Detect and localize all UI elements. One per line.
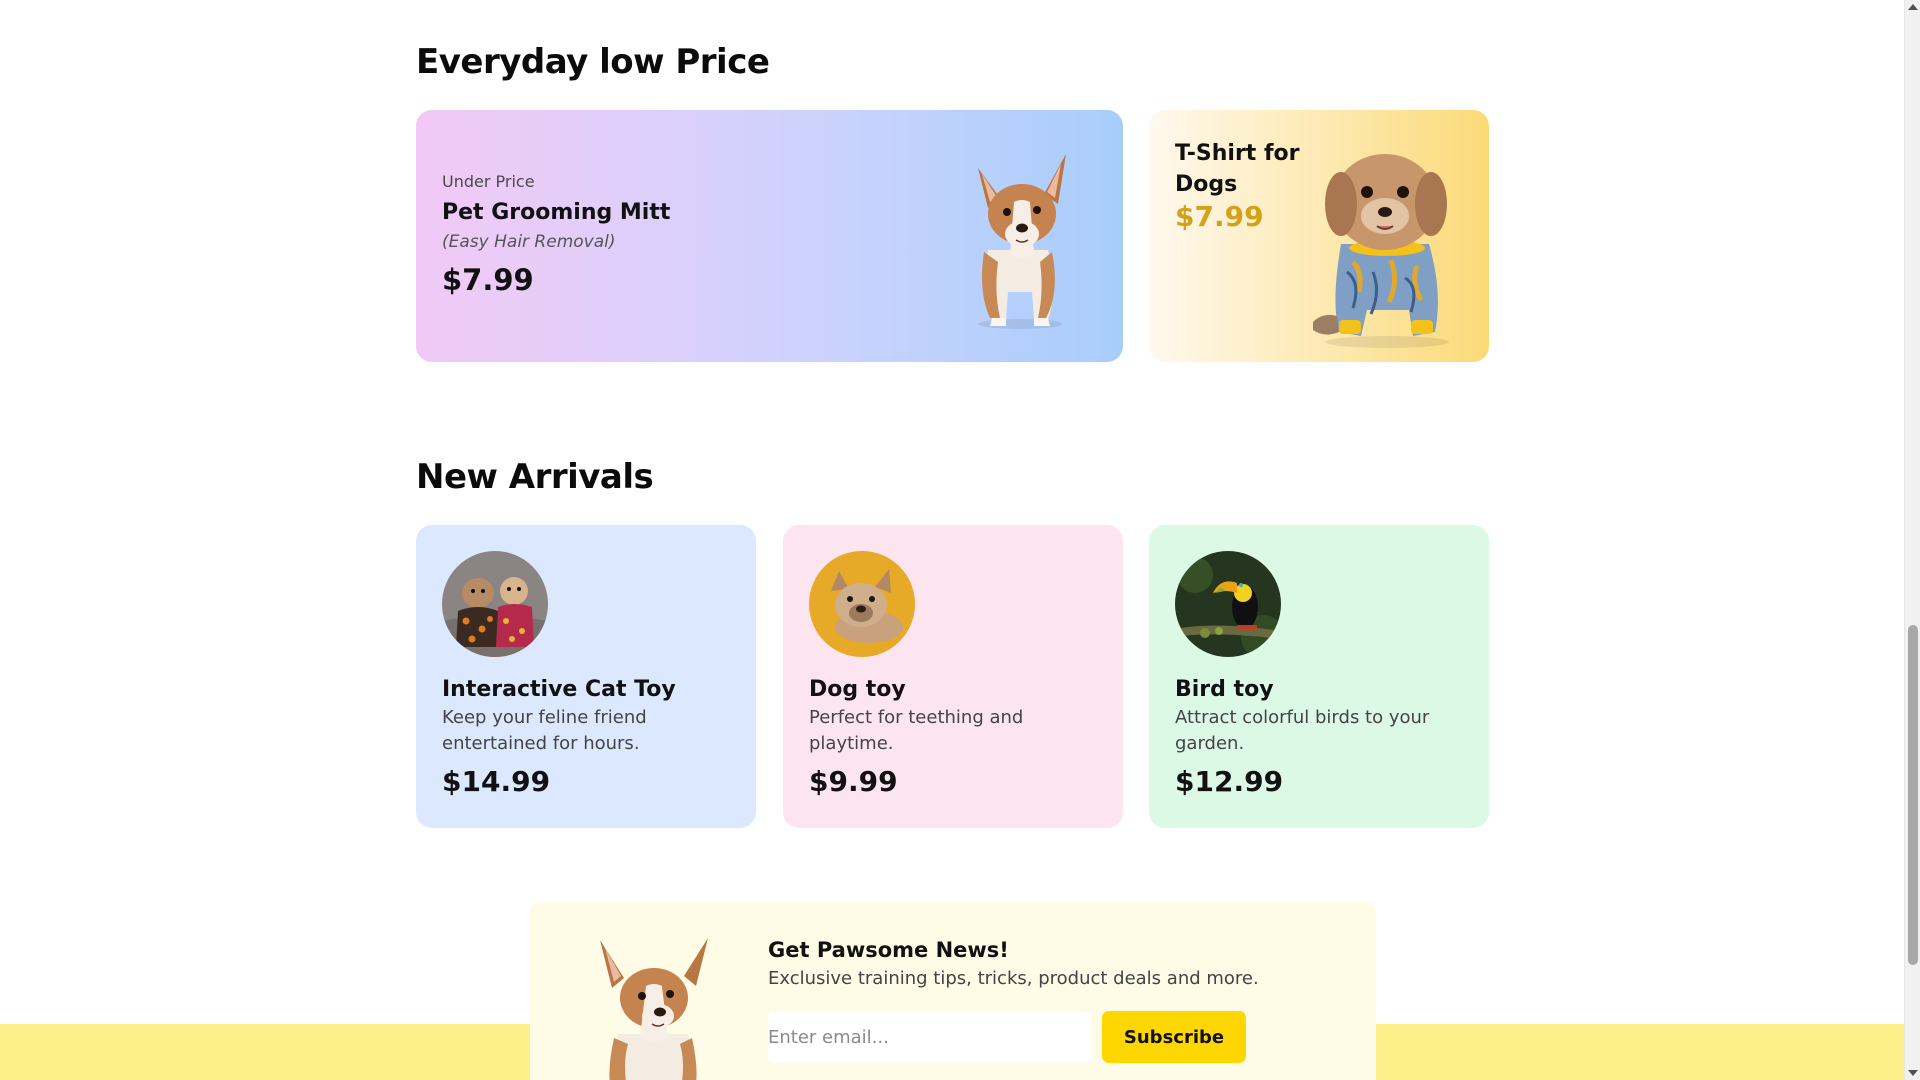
newsletter-title: Get Pawsome News! xyxy=(768,938,1009,962)
dog-in-shirt-icon xyxy=(1301,132,1469,352)
toucan-icon xyxy=(1175,551,1281,657)
arrival-card-bird-toy[interactable]: Bird toy Attract colorful birds to your … xyxy=(1149,525,1489,828)
corgi-puppy-icon xyxy=(948,142,1088,332)
arrival-desc: Keep your feline friend entertained for … xyxy=(442,707,647,754)
deal-eyebrow: Under Price xyxy=(442,172,535,191)
arrival-card-cat-toy[interactable]: Interactive Cat Toy Keep your feline fri… xyxy=(416,525,756,828)
everyday-heading: Everyday low Price xyxy=(416,42,770,82)
deal-side-name: T-Shirt for Dogs xyxy=(1175,141,1300,197)
corgi-puppy-icon xyxy=(588,934,718,1080)
dogs-in-pajamas-icon xyxy=(442,551,548,657)
arrival-desc: Attract colorful birds to your garden. xyxy=(1175,707,1430,754)
deal-name: Pet Grooming Mitt xyxy=(442,200,671,225)
arrival-name: Dog toy xyxy=(809,677,906,702)
arrival-name: Interactive Cat Toy xyxy=(442,677,676,702)
arrival-card-dog-toy[interactable]: Dog toy Perfect for teething and playtim… xyxy=(783,525,1123,828)
scroll-down-arrow-icon[interactable] xyxy=(1908,1070,1918,1076)
email-input[interactable] xyxy=(768,1012,1092,1063)
vertical-scrollbar[interactable] xyxy=(1904,0,1920,1080)
arrivals-heading: New Arrivals xyxy=(416,457,654,497)
deal-subtitle: (Easy Hair Removal) xyxy=(442,232,616,252)
french-bulldog-icon xyxy=(809,551,915,657)
deal-price: $7.99 xyxy=(442,263,534,297)
arrival-name: Bird toy xyxy=(1175,677,1274,702)
scroll-up-arrow-icon[interactable] xyxy=(1908,4,1918,10)
arrival-price: $12.99 xyxy=(1175,765,1284,798)
arrival-price: $9.99 xyxy=(809,765,898,798)
deal-card-tshirt[interactable]: T-Shirt for Dogs $7.99 xyxy=(1149,110,1489,362)
page: Everyday low Price Under Price Pet Groom… xyxy=(0,0,1904,1080)
newsletter-card: Get Pawsome News! Exclusive training tip… xyxy=(530,902,1376,1080)
arrival-price: $14.99 xyxy=(442,765,551,798)
deal-side-price: $7.99 xyxy=(1175,200,1264,233)
newsletter-desc: Exclusive training tips, tricks, product… xyxy=(768,968,1259,989)
subscribe-button[interactable]: Subscribe xyxy=(1102,1011,1246,1063)
deal-card-grooming-mitt[interactable]: Under Price Pet Grooming Mitt (Easy Hair… xyxy=(416,110,1123,362)
scroll-thumb[interactable] xyxy=(1908,625,1918,965)
arrival-desc: Perfect for teething and playtime. xyxy=(809,707,1024,754)
